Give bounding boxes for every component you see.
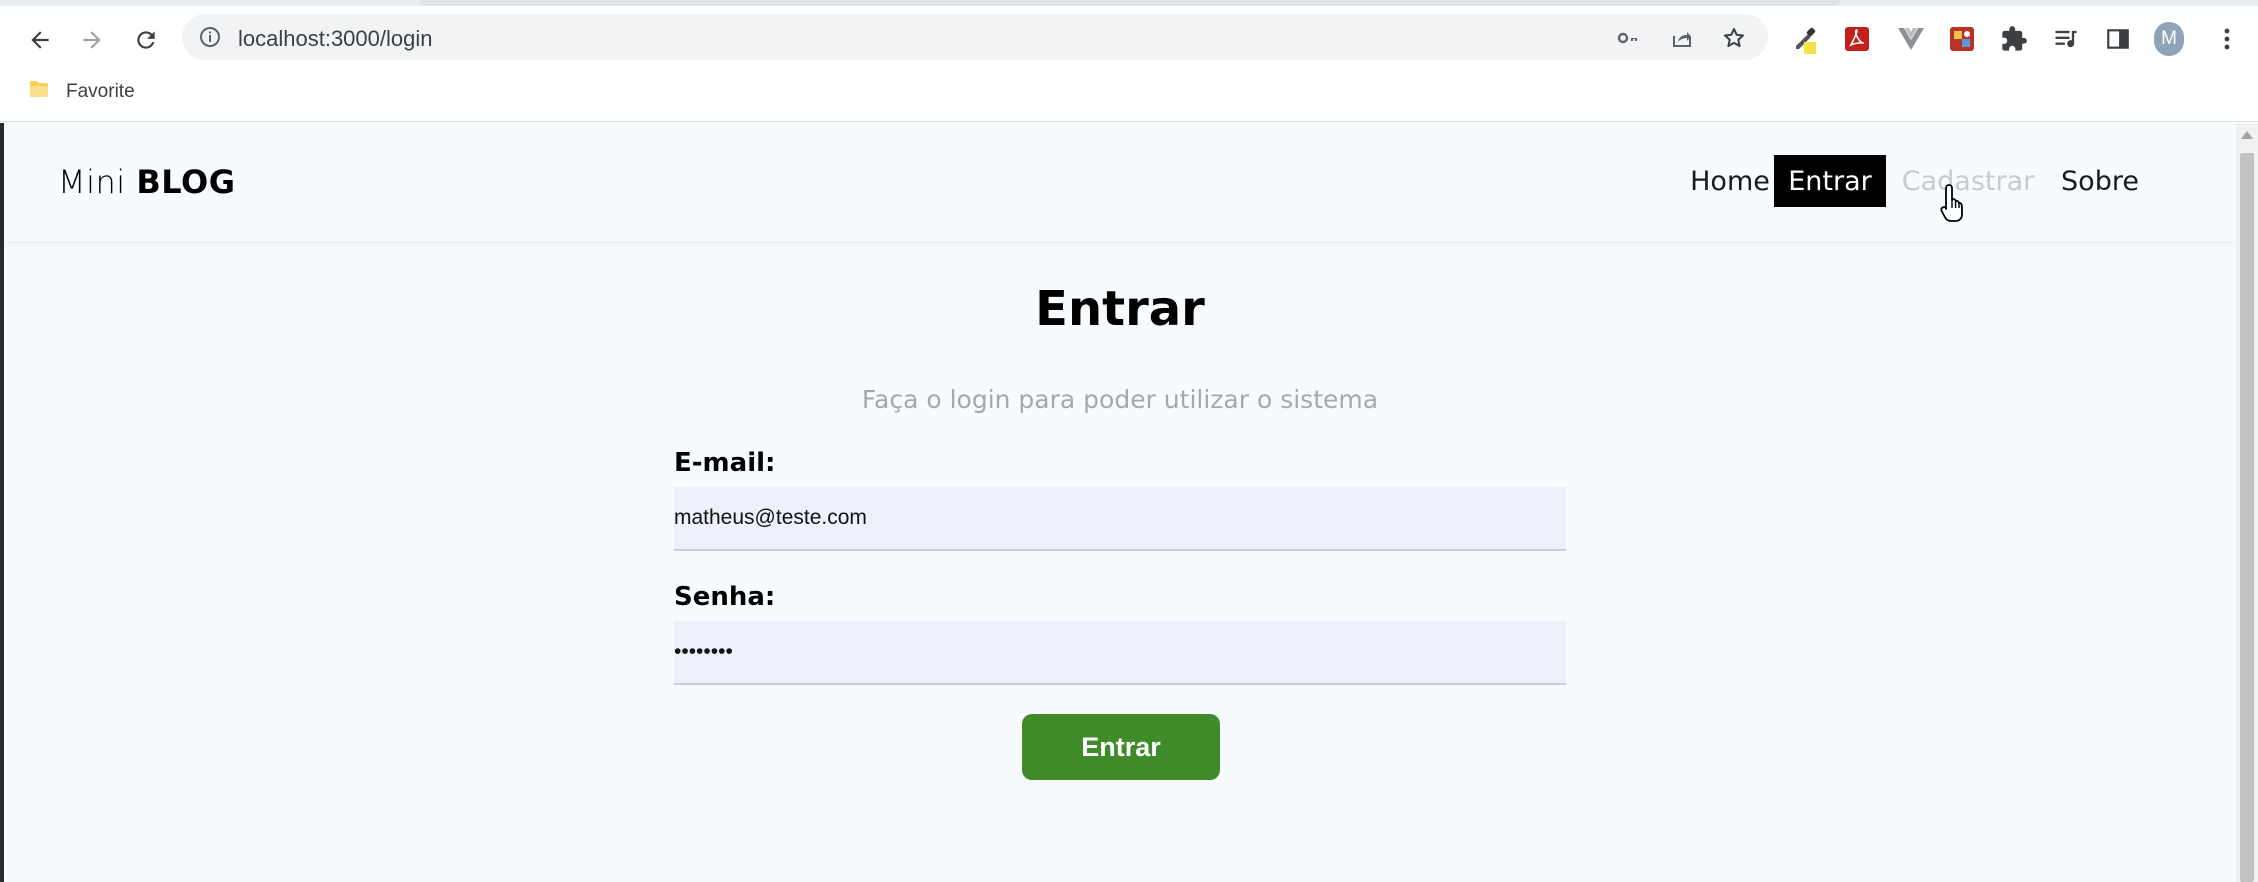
profile-avatar[interactable]: M [2154,22,2184,56]
star-icon[interactable] [1720,24,1748,52]
password-field[interactable]: •••••••• [674,621,1566,685]
hand-cursor-icon [1939,183,1971,223]
scroll-up-arrow-icon[interactable] [2241,131,2253,139]
brand-light: Mini [58,163,126,201]
eyedropper-extension-icon[interactable] [1790,24,1820,54]
key-icon[interactable] [1614,24,1642,52]
extension-puzzle-icon[interactable] [1999,24,2029,54]
vue-extension-icon[interactable] [1896,24,1926,54]
address-bar[interactable]: localhost:3000/login [182,14,1768,60]
nav-sobre[interactable]: Sobre [2054,155,2146,207]
bookmarks-bar: Favorite [0,66,2258,122]
email-label: E-mail: [674,448,776,478]
page-viewport: Mini BLOG Home Entrar Cadastrar Sobre En… [4,123,2236,882]
pdf-extension-icon[interactable] [1842,24,1872,54]
brand-bold: BLOG [136,163,236,201]
bookmark-favorite[interactable]: Favorite [28,78,135,105]
bookmark-label: Favorite [66,80,135,102]
login-submit-button[interactable]: Entrar [1022,714,1220,780]
kebab-menu-icon[interactable] [2212,24,2242,54]
email-field[interactable]: matheus@teste.com [674,487,1566,551]
back-arrow-icon[interactable] [20,20,60,60]
page-scrollbar[interactable] [2236,123,2258,882]
brand-logo[interactable]: Mini BLOG [58,163,235,201]
nav-entrar[interactable]: Entrar [1774,155,1886,207]
info-icon[interactable] [198,25,222,49]
side-panel-icon[interactable] [2103,24,2133,54]
media-queue-icon[interactable] [2051,24,2081,54]
folder-icon [28,78,50,105]
browser-window: localhost:3000/login M Favorite Mini BLO… [0,0,2258,882]
share-icon[interactable] [1668,24,1696,52]
colorful-extension-icon[interactable] [1947,24,1977,54]
page-subtitle: Faça o login para poder utilizar o siste… [861,385,1379,414]
browser-toolbar: localhost:3000/login M [0,6,2258,66]
site-navbar: Mini BLOG Home Entrar Cadastrar Sobre [4,123,2236,241]
page-title: Entrar [1035,281,1205,337]
password-label: Senha: [674,582,776,612]
forward-arrow-icon[interactable] [72,20,112,60]
url-text[interactable]: localhost:3000/login [238,26,432,52]
avatar-initial: M [2154,22,2184,56]
reload-icon[interactable] [126,20,166,60]
scroll-thumb[interactable] [2240,153,2254,882]
